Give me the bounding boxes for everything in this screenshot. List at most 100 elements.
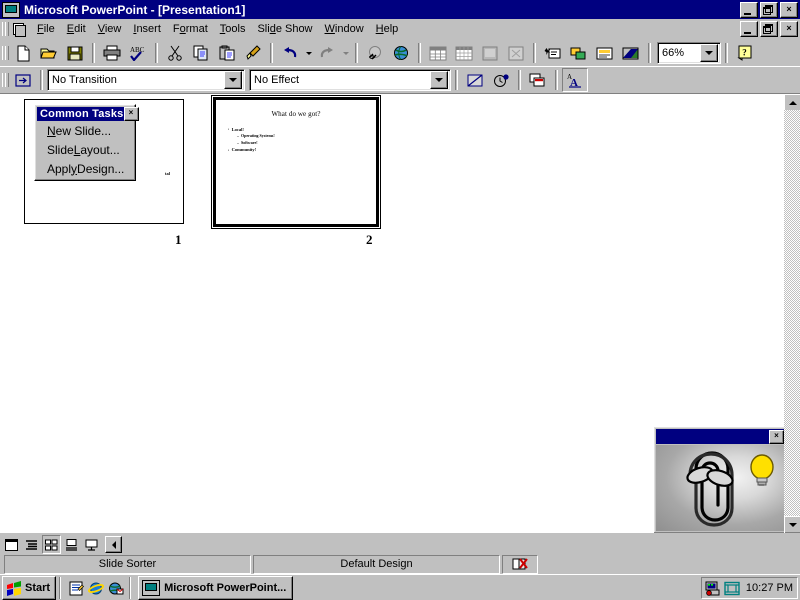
picture-effects-icon[interactable] [503, 41, 529, 65]
transition-dropdown-arrow-icon[interactable] [224, 71, 242, 89]
print-icon[interactable] [99, 41, 125, 65]
gradient-icon[interactable] [618, 41, 644, 65]
insert-table-icon[interactable] [425, 41, 451, 65]
office-assistant-body[interactable] [656, 445, 785, 531]
spelling-error-icon[interactable] [502, 554, 538, 574]
powerpoint-icon[interactable] [2, 1, 20, 18]
internet-explorer-icon[interactable] [86, 578, 106, 598]
zoom-combo[interactable]: 66% [657, 42, 721, 64]
spelling-check-icon[interactable]: ABC [125, 41, 151, 65]
normal-view-icon[interactable] [2, 535, 21, 554]
restore-button[interactable] [760, 1, 778, 18]
paste-icon[interactable] [214, 41, 240, 65]
insert-excel-table-icon[interactable] [451, 41, 477, 65]
undo-arrow-icon[interactable] [277, 41, 303, 65]
redo-arrow-icon[interactable] [314, 41, 340, 65]
slide-transition-icon[interactable] [10, 68, 36, 92]
toolbar-separator [155, 43, 158, 63]
slide-number-2: 2 [366, 232, 373, 247]
menu-window[interactable]: Window [319, 21, 370, 37]
menu-insert[interactable]: Insert [127, 21, 167, 37]
document-restore-button[interactable] [760, 21, 778, 37]
cut-scissors-icon[interactable] [162, 41, 188, 65]
minimize-button[interactable] [740, 1, 758, 18]
status-view-label: Slide Sorter [4, 554, 251, 574]
taskbar-button-powerpoint[interactable]: Microsoft PowerPoint... [138, 576, 294, 600]
office-assistant-window[interactable]: × [653, 426, 788, 534]
common-tasks-slide-layout[interactable]: Slide Layout... [37, 140, 133, 159]
office-assistant-close-button[interactable]: × [769, 429, 784, 444]
animation-effects-icon[interactable] [540, 41, 566, 65]
zoom-dropdown-arrow-icon[interactable] [700, 44, 718, 62]
menu-file[interactable]: File [31, 21, 61, 37]
black-white-view-icon[interactable] [592, 41, 618, 65]
open-folder-icon[interactable] [36, 41, 62, 65]
office-assistant-title-bar[interactable]: × [656, 429, 785, 444]
format-painter-icon[interactable] [240, 41, 266, 65]
insert-hyperlink-icon[interactable] [362, 41, 388, 65]
display-settings-icon [724, 581, 740, 595]
notes-page-view-icon[interactable] [62, 535, 81, 554]
slide-sorter-workspace[interactable]: tal 1 What do we got? Local! Operating S… [0, 93, 800, 534]
hide-slide-icon[interactable] [462, 68, 488, 92]
sorter-toolbar-grip[interactable] [2, 72, 9, 88]
common-tasks-close-button[interactable]: × [123, 107, 139, 121]
taskbar-divider [59, 577, 63, 599]
start-button[interactable]: Start [2, 576, 57, 600]
document-close-button[interactable]: × [780, 21, 798, 37]
document-control-icon[interactable] [10, 21, 27, 37]
status-design-label: Default Design [253, 554, 500, 574]
slide-sorter-view-icon[interactable] [42, 535, 61, 554]
slide-thumbnail-2[interactable]: What do we got? Local! Operating Systems… [211, 95, 381, 229]
toolbar-separator [40, 70, 43, 90]
slide-sorter-toolbar: No Transition No Effect A A [0, 67, 800, 93]
common-tasks-apply-design[interactable]: Appl y Design... [37, 159, 133, 178]
outline-view-icon[interactable] [22, 535, 41, 554]
lightbulb-icon [750, 454, 774, 486]
text-preset-animation-combo[interactable]: No Effect [249, 69, 451, 91]
menu-view[interactable]: View [92, 21, 128, 37]
toolbar-separator [555, 70, 558, 90]
scrollbar-track[interactable] [784, 110, 800, 518]
web-toolbar-globe-icon[interactable] [388, 41, 414, 65]
slide-transition-combo[interactable]: No Transition [47, 69, 245, 91]
undo-dropdown-arrow-icon[interactable] [303, 42, 314, 64]
common-tasks-toolbar[interactable]: Common Tasks × New Slide... Slide Layout… [34, 104, 139, 181]
common-tasks-title-bar[interactable]: Common Tasks × [37, 107, 139, 121]
application-title-bar[interactable]: Microsoft PowerPoint - [Presentation1] × [0, 0, 800, 19]
rehearse-timings-clock-icon[interactable] [488, 68, 514, 92]
menu-help[interactable]: Help [370, 21, 405, 37]
scroll-left-arrow-icon[interactable] [105, 536, 122, 553]
show-desktop-icon[interactable] [66, 578, 86, 598]
outlook-express-icon[interactable] [106, 578, 126, 598]
toolbar-separator [418, 43, 421, 63]
menu-tools[interactable]: Tools [214, 21, 252, 37]
standard-toolbar: ABC 66% ? [0, 40, 800, 66]
effect-dropdown-arrow-icon[interactable] [430, 71, 448, 89]
expand-collapse-icon[interactable] [566, 41, 592, 65]
menu-edit[interactable]: Edit [61, 21, 92, 37]
slide-2-bullet-1: Local! [228, 126, 374, 133]
menu-slide-show[interactable]: Slide Show [251, 21, 318, 37]
save-disk-icon[interactable] [62, 41, 88, 65]
menu-drag-grip[interactable] [2, 21, 9, 37]
slide-show-view-icon[interactable] [82, 535, 101, 554]
view-buttons-group [2, 535, 122, 554]
insert-clipart-icon[interactable] [477, 41, 503, 65]
scroll-down-arrow-icon[interactable] [784, 516, 800, 534]
common-tasks-new-slide[interactable]: New Slide... [37, 121, 133, 140]
powerpoint-window: Microsoft PowerPoint - [Presentation1] ×… [0, 0, 800, 600]
speaker-notes-icon[interactable]: A A [562, 68, 588, 92]
vertical-scrollbar[interactable] [784, 94, 800, 534]
standard-toolbar-grip[interactable] [2, 45, 9, 61]
toolbar-separator [518, 70, 521, 90]
help-button[interactable]: ? [732, 41, 758, 65]
summary-slide-icon[interactable] [525, 68, 551, 92]
close-button[interactable]: × [780, 1, 798, 18]
menu-format[interactable]: Format [167, 21, 214, 37]
document-minimize-button[interactable] [740, 21, 758, 37]
copy-icon[interactable] [188, 41, 214, 65]
taskbar-divider [129, 577, 133, 599]
new-document-icon[interactable] [10, 41, 36, 65]
redo-dropdown-arrow-icon[interactable] [340, 42, 351, 64]
